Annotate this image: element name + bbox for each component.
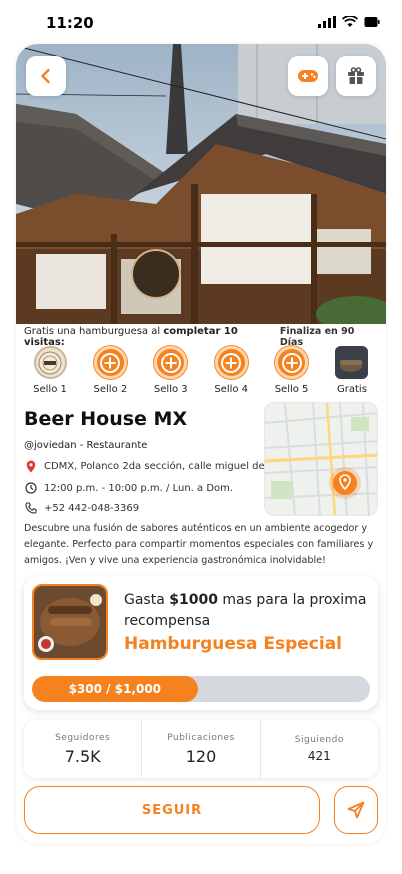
reward-progress-bar: $300 / $1,000 xyxy=(32,676,370,702)
stat-posts[interactable]: Publicaciones 120 xyxy=(142,720,261,778)
plus-circle-icon xyxy=(214,346,248,379)
signal-icon xyxy=(318,16,336,28)
send-button[interactable] xyxy=(334,786,378,834)
reward-card: Gasta $1000 mas para la proxima recompen… xyxy=(24,576,378,710)
stamp-label: Sello 3 xyxy=(153,384,188,395)
venue-description: Descubre una fusión de sabores auténtico… xyxy=(24,523,374,566)
phone-icon xyxy=(25,502,37,514)
stat-label: Seguidores xyxy=(55,732,111,743)
gift-button[interactable] xyxy=(336,56,376,96)
send-icon xyxy=(347,801,365,819)
reward-message: Gasta $1000 mas para la proxima recompen… xyxy=(124,592,367,629)
location-pin-icon xyxy=(26,460,36,473)
stat-value: 7.5K xyxy=(64,746,101,766)
hours-line: 12:00 p.m. - 10:00 p.m. / Lun. a Dom. xyxy=(24,482,233,494)
wifi-icon xyxy=(342,16,358,27)
clock-icon xyxy=(25,482,37,494)
stamp-4[interactable]: Sello 4 xyxy=(201,346,261,398)
stamp-2[interactable]: Sello 2 xyxy=(80,346,140,398)
stamp-3[interactable]: Sello 3 xyxy=(141,346,201,398)
promo-text: Gratis una hamburguesa al completar 10 v… xyxy=(24,326,238,348)
stat-value: 120 xyxy=(185,746,217,766)
address-text: CDMX, Polanco 2da sección, calle miguel … xyxy=(44,461,275,472)
stamp-free[interactable]: Gratis xyxy=(322,346,382,398)
stamp-row: Sello 1 Sello 2 Sello 3 Sello 4 Sello 5 xyxy=(20,346,382,398)
chevron-left-icon xyxy=(41,68,50,84)
plus-circle-icon xyxy=(275,346,309,379)
gift-icon xyxy=(348,67,364,84)
stamp-1: Sello 1 xyxy=(20,346,80,398)
status-time: 11:20 xyxy=(46,14,94,32)
stat-value: 421 xyxy=(307,749,331,763)
stamp-5[interactable]: Sello 5 xyxy=(262,346,322,398)
stamp-label: Sello 4 xyxy=(214,384,249,395)
promo-deadline: Finaliza en 90 Días xyxy=(279,326,355,348)
loyalty-promo: Gratis una hamburguesa al completar 10 v… xyxy=(24,326,380,348)
back-button[interactable] xyxy=(26,56,66,96)
status-bar: 11:20 xyxy=(0,0,402,44)
address-line[interactable]: CDMX, Polanco 2da sección, calle miguel … xyxy=(24,460,274,473)
hours-text: 12:00 p.m. - 10:00 p.m. / Lun. a Dom. xyxy=(44,482,234,494)
plus-circle-icon xyxy=(154,346,188,379)
free-reward-thumbnail xyxy=(335,346,369,379)
battery-icon xyxy=(364,17,380,27)
hero-photo xyxy=(16,44,386,324)
reward-photo xyxy=(32,584,108,660)
venue-handle[interactable]: @joviedan - Restaurante xyxy=(24,440,147,451)
follow-button[interactable]: SEGUIR xyxy=(24,786,320,834)
location-map[interactable] xyxy=(264,402,378,516)
venue-name: Beer House MX xyxy=(24,408,188,430)
game-button[interactable] xyxy=(288,56,328,96)
progress-label: $300 / $1,000 xyxy=(68,682,162,696)
stamp-seal-icon xyxy=(33,346,67,379)
stamp-label: Gratis xyxy=(337,384,367,395)
stamp-label: Sello 5 xyxy=(274,384,309,395)
phone-text: +52 442-048-3369 xyxy=(44,502,140,514)
stat-label: Publicaciones xyxy=(167,732,235,743)
stat-followers[interactable]: Seguidores 7.5K xyxy=(24,720,143,778)
reward-title: Hamburguesa Especial xyxy=(124,634,343,654)
status-icons xyxy=(318,16,380,28)
venue-card: Gratis una hamburguesa al completar 10 v… xyxy=(16,44,386,844)
stamp-label: Sello 2 xyxy=(93,384,128,395)
stat-following[interactable]: Siguiendo 421 xyxy=(261,720,378,778)
gamepad-icon xyxy=(298,70,318,82)
stat-label: Siguiendo xyxy=(294,735,344,745)
phone-line[interactable]: +52 442-048-3369 xyxy=(24,502,139,514)
stats-panel: Seguidores 7.5K Publicaciones 120 Siguie… xyxy=(24,720,378,778)
plus-circle-icon xyxy=(93,346,127,379)
stamp-label: Sello 1 xyxy=(33,384,67,395)
